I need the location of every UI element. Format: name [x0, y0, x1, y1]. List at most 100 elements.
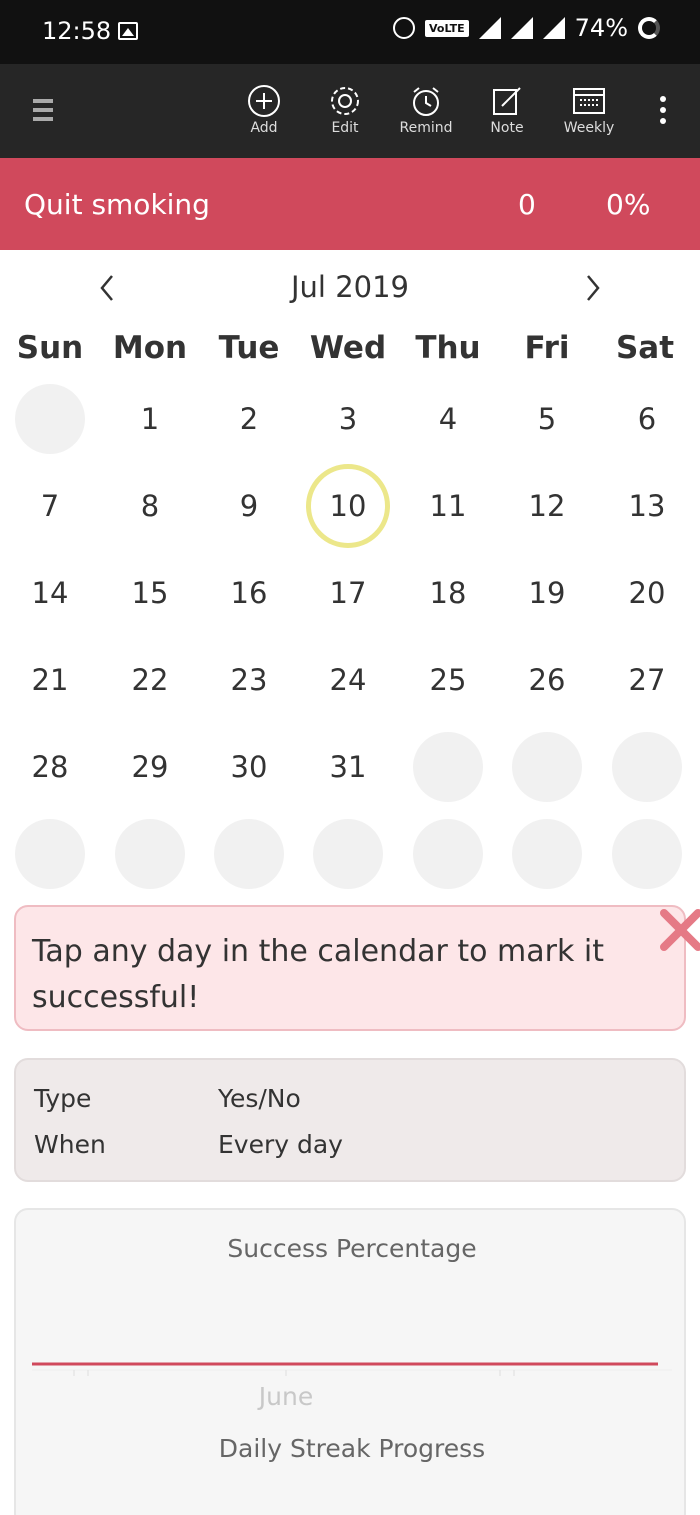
calendar-empty-day[interactable]: [497, 810, 597, 897]
habit-name: Quit smoking: [24, 188, 210, 221]
calendar-day[interactable]: 6: [597, 375, 697, 462]
calendar-day[interactable]: 18: [398, 549, 498, 636]
tip-banner: Tap any day in the calendar to mark it s…: [14, 905, 700, 1031]
when-value: Every day: [218, 1130, 343, 1159]
note-label: Note: [490, 120, 524, 136]
calendar-day[interactable]: 4: [398, 375, 498, 462]
cell-signal-icon: [510, 17, 533, 39]
calendar-day-number: 16: [230, 575, 268, 610]
calendar-day[interactable]: 27: [597, 636, 697, 723]
calendar-day-number: 7: [40, 488, 60, 523]
chevron-right-icon[interactable]: [578, 266, 608, 306]
calendar-day[interactable]: 2: [199, 375, 299, 462]
volte-badge: VoLTE: [424, 19, 469, 37]
add-label: Add: [250, 120, 278, 136]
calendar-day[interactable]: 13: [597, 462, 697, 549]
alarm-clock-icon: [413, 87, 439, 116]
calendar-empty-day[interactable]: [0, 375, 100, 462]
calendar-day[interactable]: 1: [100, 375, 200, 462]
tip-text: Tap any day in the calendar to mark it s…: [32, 934, 604, 1015]
overflow-menu-icon[interactable]: [660, 96, 666, 129]
calendar-day[interactable]: 11: [398, 462, 498, 549]
calendar-day[interactable]: 9: [199, 462, 299, 549]
calendar-empty-day[interactable]: [597, 810, 697, 897]
calendar-day[interactable]: 17: [298, 549, 398, 636]
calendar-day[interactable]: 8: [100, 462, 200, 549]
calendar-day-number: 29: [131, 749, 169, 784]
calendar-day-today[interactable]: 10: [298, 462, 398, 549]
weekday-label: Sun: [16, 330, 84, 366]
note-button[interactable]: Note: [467, 84, 547, 136]
calendar-day-number: 5: [537, 401, 557, 436]
calendar-day[interactable]: 29: [100, 723, 200, 810]
calendar-day-number: 24: [329, 662, 367, 697]
weekday-label: Sat: [615, 330, 675, 366]
calendar-day-number: 26: [528, 662, 566, 697]
weekday-label: Wed: [309, 330, 387, 366]
calendar-day-number: 11: [429, 488, 467, 523]
habit-percent: 0%: [606, 188, 651, 221]
add-button[interactable]: Add: [224, 84, 304, 136]
calendar-day[interactable]: 22: [100, 636, 200, 723]
image-notification-icon: [118, 22, 138, 40]
type-label: Type: [34, 1084, 92, 1113]
calendar-day[interactable]: 3: [298, 375, 398, 462]
calendar-day-number: 21: [31, 662, 69, 697]
plus-circle-icon: [248, 85, 280, 117]
calendar-day-number: 12: [528, 488, 566, 523]
weekly-button[interactable]: Weekly: [549, 84, 629, 136]
calendar-day[interactable]: 30: [199, 723, 299, 810]
calendar-empty-day[interactable]: [298, 810, 398, 897]
status-icons: VoLTE 74%: [392, 14, 660, 42]
habit-count: 0: [518, 188, 536, 221]
calendar-day-number: 14: [31, 575, 69, 610]
success-chart-card: Success Percentage June Daily Streak Pro…: [14, 1208, 686, 1515]
calendar-icon: [573, 88, 605, 114]
success-chart: [32, 1362, 672, 1376]
streak-chart-title: Daily Streak Progress: [218, 1434, 486, 1463]
weekday-header: Sun Mon Tue Wed Thu Fri Sat: [0, 330, 700, 376]
calendar-day[interactable]: 28: [0, 723, 100, 810]
x-tick-label: June: [258, 1382, 314, 1411]
calendar-day-number: 3: [338, 401, 358, 436]
calendar-day-number: 18: [429, 575, 467, 610]
calendar-day-number: 31: [329, 749, 367, 784]
calendar-day[interactable]: 19: [497, 549, 597, 636]
calendar-empty-day[interactable]: [398, 723, 498, 810]
calendar-day[interactable]: 16: [199, 549, 299, 636]
calendar-day[interactable]: 7: [0, 462, 100, 549]
calendar-empty-day[interactable]: [398, 810, 498, 897]
battery-icon: [638, 17, 660, 39]
calendar-day[interactable]: 15: [100, 549, 200, 636]
calendar-day-number: 4: [438, 401, 458, 436]
menu-icon[interactable]: [33, 99, 53, 126]
calendar-empty-day[interactable]: [0, 810, 100, 897]
weekday-label: Tue: [218, 330, 280, 366]
when-label: When: [34, 1130, 106, 1159]
calendar-day[interactable]: 24: [298, 636, 398, 723]
habit-header[interactable]: Quit smoking 0 0%: [0, 158, 700, 250]
wifi-icon: [478, 17, 501, 39]
remind-button[interactable]: Remind: [386, 84, 466, 136]
close-icon[interactable]: [656, 907, 700, 955]
app-toolbar: Add Edit Remind Note Weekly: [0, 64, 700, 158]
calendar-empty-day[interactable]: [597, 723, 697, 810]
calendar-day-number: 23: [230, 662, 268, 697]
calendar-day[interactable]: 14: [0, 549, 100, 636]
calendar-day-number: 22: [131, 662, 169, 697]
weekly-label: Weekly: [563, 120, 615, 136]
calendar-day[interactable]: 26: [497, 636, 597, 723]
calendar-day[interactable]: 23: [199, 636, 299, 723]
calendar-day[interactable]: 5: [497, 375, 597, 462]
calendar-day[interactable]: 31: [298, 723, 398, 810]
calendar-day-number: 10: [306, 463, 390, 548]
calendar-day[interactable]: 21: [0, 636, 100, 723]
calendar-empty-day[interactable]: [199, 810, 299, 897]
edit-button[interactable]: Edit: [305, 84, 385, 136]
calendar-empty-day[interactable]: [100, 810, 200, 897]
calendar-day[interactable]: 12: [497, 462, 597, 549]
calendar-day[interactable]: 20: [597, 549, 697, 636]
habit-info-card: Type Yes/No When Every day: [14, 1058, 686, 1182]
calendar-day[interactable]: 25: [398, 636, 498, 723]
calendar-empty-day[interactable]: [497, 723, 597, 810]
